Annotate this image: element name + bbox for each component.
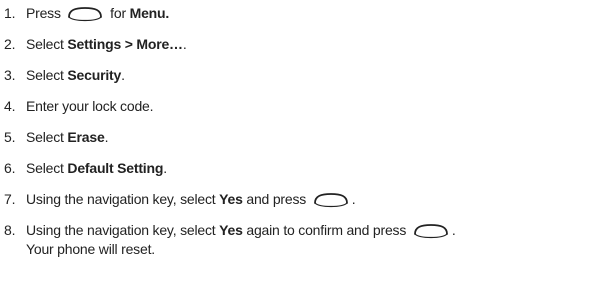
step-text-segment: and press [242,191,310,207]
instruction-step: 2. Select Settings > More…. [4,35,592,54]
instruction-steps: 1. Press for Menu. 2. Select Settings > Mor… [4,4,592,259]
step-text-segment: Select [26,67,68,83]
step-text-segment: . [351,191,356,207]
emphasis-term: Yes [219,222,243,238]
instruction-step: 8. Using the navigation key, select Yes a… [4,221,592,259]
step-text: Using the navigation key, select Yes aga… [26,222,456,257]
emphasis-term: Default Setting [67,160,164,176]
emphasis-term: Yes [219,191,243,207]
step-text: Select Erase. [26,129,108,145]
instruction-step: 3. Select Security. [4,66,592,85]
step-text-segment: Your phone will reset. [26,241,155,257]
ok-key-icon [412,223,450,239]
step-text-segment: . [104,129,109,145]
step-text-segment: Select [26,36,68,52]
step-text: Select Security. [26,67,125,83]
emphasis-term: Settings > More… [67,36,183,52]
step-text-segment: Using the navigation key, select [26,191,220,207]
menu-key-icon [66,6,104,22]
step-text-segment: Select [26,160,68,176]
step-number: 3. [4,67,16,83]
step-text: Using the navigation key, select Yes and… [26,191,356,208]
step-number: 7. [4,191,16,207]
step-text-segment: . [121,67,125,83]
step-text: Enter your lock code. [26,98,154,114]
instruction-step: 4. Enter your lock code. [4,97,592,116]
step-text-segment: . [182,36,187,52]
step-number: 4. [4,98,16,114]
step-text-segment: Select [26,129,68,145]
step-number: 5. [4,129,16,145]
step-text: Select Settings > More…. [26,36,187,52]
step-text-segment: again to confirm and press [242,222,410,238]
step-number: 6. [4,160,16,176]
step-text-segment: for [106,5,130,21]
emphasis-term: Security [67,67,122,83]
instruction-step: 1. Press for Menu. [4,4,592,23]
step-text-segment: Using the navigation key, select [26,222,220,238]
ok-key-icon [312,192,350,208]
step-text: Select Default Setting. [26,160,167,176]
step-text-segment: . [163,160,167,176]
step-text-segment: . [451,222,456,238]
step-text-segment: Enter your lock code. [26,98,154,114]
step-text: Press for Menu. [26,5,170,22]
instruction-step: 7. Using the navigation key, select Yes a… [4,190,592,209]
instruction-step: 6. Select Default Setting. [4,159,592,178]
emphasis-term: Erase [67,129,105,145]
step-number: 2. [4,36,16,52]
step-number: 8. [4,222,16,238]
instruction-step: 5. Select Erase. [4,128,592,147]
emphasis-term: Menu. [129,5,170,21]
step-text-segment: Press [26,5,65,21]
step-number: 1. [4,5,16,21]
